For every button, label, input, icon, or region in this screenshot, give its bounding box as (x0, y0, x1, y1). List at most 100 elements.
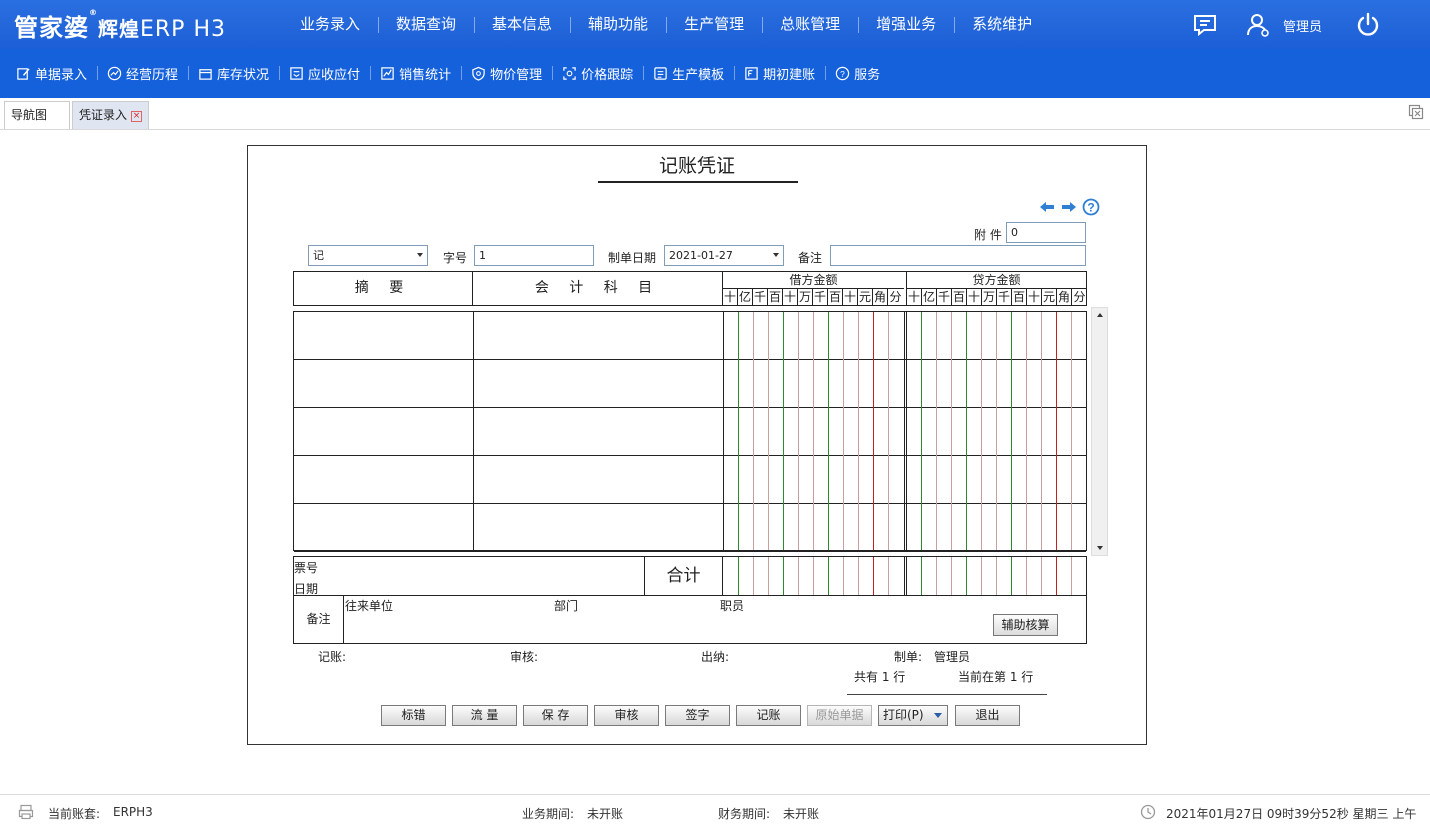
help-icon[interactable]: ? (1082, 198, 1100, 216)
arrow-left-icon[interactable] (1038, 198, 1056, 216)
amount-unit-label: 十 (907, 289, 922, 305)
date-value: 2021-01-27 (669, 249, 733, 262)
audit-button[interactable]: 审核 (594, 705, 659, 726)
credit-label: 贷方金额 (907, 272, 1086, 289)
close-icon[interactable]: × (131, 111, 142, 122)
cash-flow-button[interactable]: 流 量 (452, 705, 517, 726)
mark-error-button[interactable]: 标错 (381, 705, 446, 726)
amount-column-line (783, 312, 784, 550)
column-divider (473, 312, 474, 550)
record-navigation: ? (1038, 198, 1100, 216)
source-document-button[interactable]: 原始单据 (807, 705, 872, 726)
table-row[interactable] (294, 408, 1086, 456)
amount-unit-label: 千 (753, 289, 768, 305)
save-button[interactable]: 保 存 (523, 705, 588, 726)
post-button[interactable]: 记账 (736, 705, 801, 726)
toolbar-item-history[interactable]: 经营历程 (97, 64, 188, 83)
amount-unit-label: 分 (889, 290, 902, 304)
user-name[interactable]: 管理员 (1283, 16, 1322, 35)
status-bar: 当前账套: ERPH3 业务期间: 未开账 财务期间: 未开账 2021年01月… (0, 794, 1430, 827)
nav-item-aux-functions[interactable]: 辅助功能 (570, 0, 666, 49)
print-button[interactable]: 打印(P) (878, 705, 948, 726)
power-icon[interactable] (1355, 12, 1381, 38)
date-label: 制单日期 (608, 251, 657, 265)
amount-column-line (1041, 557, 1042, 595)
nav-item-system[interactable]: 系统维护 (954, 0, 1050, 49)
nav-item-basic-info[interactable]: 基本信息 (474, 0, 570, 49)
aux-accounting-button[interactable]: 辅助核算 (993, 614, 1058, 636)
amount-column-line (1011, 312, 1012, 550)
toolbar-item-label: 经营历程 (126, 68, 179, 83)
toolbar-item-label: 生产模板 (672, 68, 725, 83)
auxiliary-row: 备注 往来单位 部门 职员 辅助核算 (293, 595, 1087, 644)
amount-column-line (1056, 312, 1057, 550)
amount-column-line (921, 557, 922, 595)
attachment-input[interactable]: 0 (1006, 222, 1086, 243)
chevron-down-icon[interactable] (934, 713, 942, 718)
amount-column-line (981, 312, 982, 550)
fin-period-value: 未开账 (783, 807, 820, 821)
tab-label: 凭证录入 (79, 108, 128, 122)
debit-credit-divider (906, 557, 907, 595)
amount-unit-label: 千 (813, 289, 828, 305)
top-bar: 管家婆®辉煌ERP H3 业务录入 数据查询 基本信息 辅助功能 生产管理 总账… (0, 0, 1430, 49)
date-picker[interactable]: 2021-01-27 (664, 245, 784, 266)
book-icon (745, 67, 758, 80)
remark-label: 备注 (798, 251, 823, 265)
table-row[interactable] (294, 504, 1086, 552)
amount-unit-label: 分 (1073, 290, 1086, 304)
amount-unit-label: 角 (1057, 289, 1072, 305)
table-row[interactable] (294, 312, 1086, 360)
tab-voucher-entry[interactable]: 凭证录入 × (72, 101, 149, 129)
biz-period-value: 未开账 (587, 807, 624, 821)
amount-column-line (1026, 557, 1027, 595)
amount-column-line (966, 557, 967, 595)
scroll-up-icon[interactable] (1097, 313, 1103, 317)
debit-label: 借方金额 (723, 272, 904, 289)
nav-item-general-ledger[interactable]: 总账管理 (762, 0, 858, 49)
voucher-number-input[interactable]: 1 (474, 245, 594, 266)
amount-column-line (936, 312, 937, 550)
restore-window-icon[interactable] (1408, 104, 1424, 120)
nav-item-data-query[interactable]: 数据查询 (378, 0, 474, 49)
arrow-right-icon[interactable] (1060, 198, 1078, 216)
exit-button[interactable]: 退出 (955, 705, 1020, 726)
toolbar-item-receivables[interactable]: 应收应付 (279, 64, 370, 83)
toolbar-item-label: 期初建账 (763, 68, 816, 83)
nav-item-business-entry[interactable]: 业务录入 (282, 0, 378, 49)
toolbar-item-production-template[interactable]: 生产模板 (643, 64, 734, 83)
amount-unit-label: 亿 (922, 289, 937, 305)
table-row[interactable] (294, 360, 1086, 408)
user-icon[interactable] (1245, 12, 1271, 38)
toolbar-item-opening-balance[interactable]: 期初建账 (734, 64, 825, 83)
col-summary: 摘 要 (294, 272, 473, 305)
toolbar-item-sales-stats[interactable]: 销售统计 (370, 64, 461, 83)
table-row[interactable] (294, 456, 1086, 504)
maker-value: 管理员 (934, 650, 971, 664)
message-icon[interactable] (1192, 12, 1218, 38)
voucher-type-select[interactable]: 记 (308, 245, 428, 266)
toolbar-item-voucher-entry[interactable]: 单据录入 (6, 64, 97, 83)
remark-input[interactable] (830, 245, 1086, 266)
scroll-down-icon[interactable] (1097, 546, 1103, 550)
toolbar-item-price-tracking[interactable]: 价格跟踪 (552, 64, 643, 83)
grid-scrollbar[interactable] (1091, 307, 1108, 556)
dept-label: 部门 (554, 599, 579, 613)
current-row-text: 当前在第 1 行 (958, 670, 1034, 684)
amount-column-line (981, 557, 982, 595)
column-divider (723, 312, 724, 550)
sign-button[interactable]: 签字 (665, 705, 730, 726)
toolbar-item-inventory[interactable]: 库存状况 (188, 64, 279, 83)
staff-label: 职员 (720, 599, 745, 613)
nav-item-production[interactable]: 生产管理 (666, 0, 762, 49)
amount-column-line (858, 312, 859, 550)
col-account: 会 计 科 目 (473, 272, 723, 305)
toolbar-item-price-management[interactable]: 物价管理 (461, 64, 552, 83)
voucher-type-value: 记 (313, 249, 324, 262)
svg-text:?: ? (840, 69, 845, 79)
title-underline (598, 181, 798, 183)
partner-label: 往来单位 (345, 599, 394, 613)
toolbar-item-service[interactable]: ? 服务 (825, 64, 890, 83)
tab-navigation[interactable]: 导航图 (4, 101, 70, 129)
nav-item-enhanced[interactable]: 增强业务 (858, 0, 954, 49)
